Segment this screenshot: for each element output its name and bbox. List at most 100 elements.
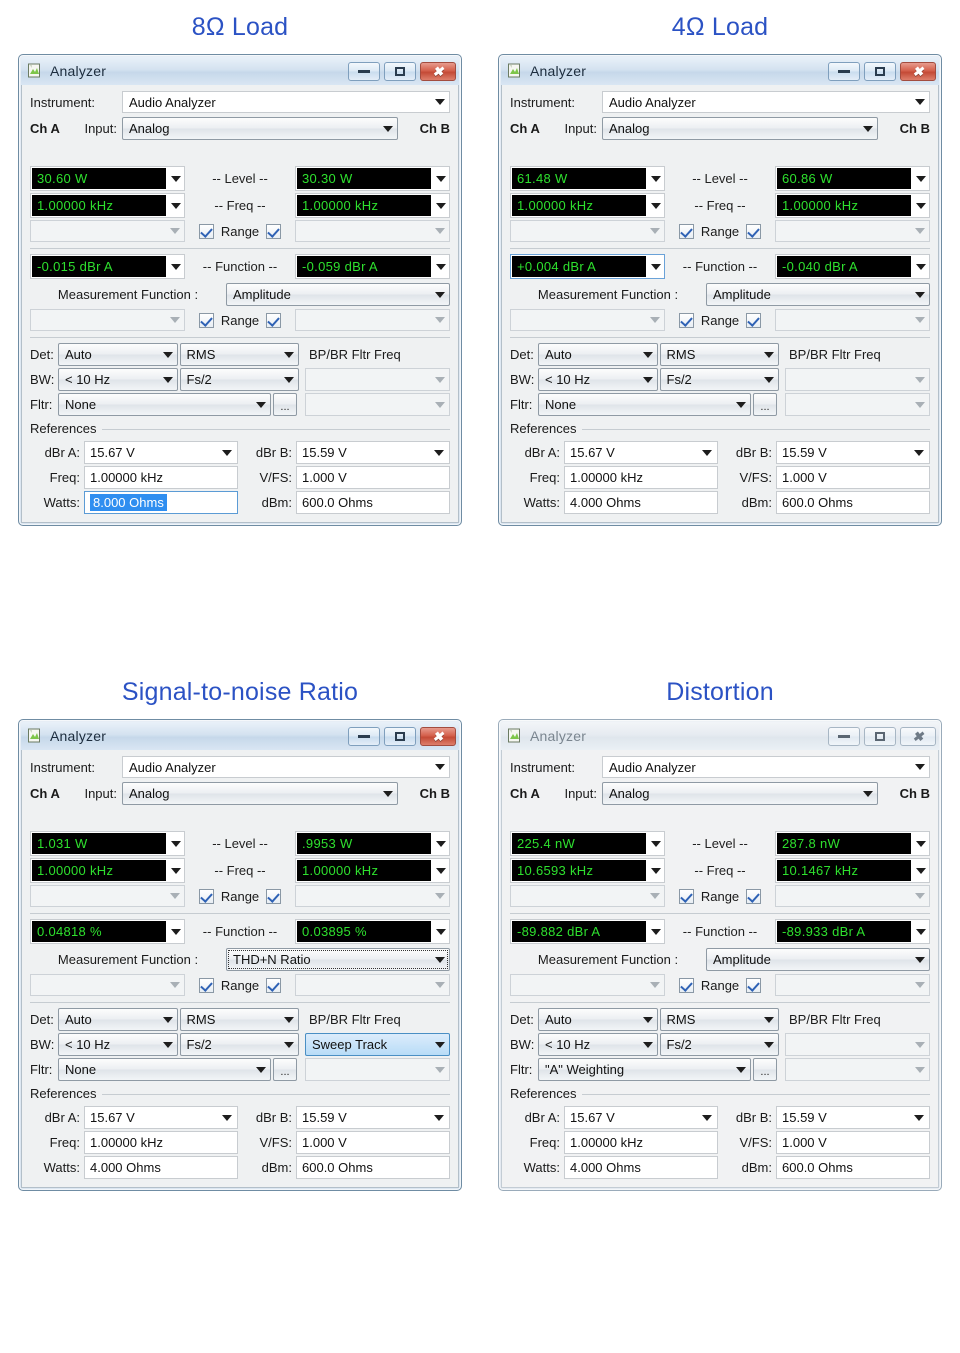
range-fn-b-checkbox[interactable]: [746, 312, 762, 328]
chevron-down-icon[interactable]: [171, 867, 181, 874]
range-fn-a-select[interactable]: [510, 309, 665, 331]
dbra-field[interactable]: 15.67 V: [84, 1106, 238, 1129]
range-b-checkbox[interactable]: [746, 223, 762, 239]
freq-ref-field[interactable]: 1.00000 kHz: [84, 1131, 238, 1154]
bpbr-secondary-select[interactable]: [305, 1058, 450, 1081]
chevron-down-icon[interactable]: [171, 928, 181, 935]
maximize-button[interactable]: [384, 61, 416, 81]
chevron-down-icon[interactable]: [436, 175, 446, 182]
chevron-down-icon[interactable]: [916, 202, 926, 209]
input-select[interactable]: Analog: [122, 782, 398, 805]
bw-high-select[interactable]: Fs/2: [659, 1033, 779, 1056]
range-a-select[interactable]: [30, 220, 185, 242]
bw-high-select[interactable]: Fs/2: [179, 368, 299, 391]
freq-a-readout[interactable]: 1.00000 kHz: [30, 858, 185, 883]
chevron-down-icon[interactable]: [651, 263, 661, 270]
minimize-button[interactable]: [828, 61, 860, 81]
dbrb-field[interactable]: 15.59 V: [776, 1106, 930, 1129]
det-type-select[interactable]: RMS: [659, 343, 779, 366]
chevron-down-icon[interactable]: [171, 202, 181, 209]
det-select[interactable]: Auto: [538, 1008, 658, 1031]
level-a-readout[interactable]: 30.60 W: [30, 166, 185, 191]
dbm-field[interactable]: 600.0 Ohms: [776, 1156, 930, 1179]
close-button[interactable]: ✖: [900, 61, 936, 81]
level-b-readout[interactable]: 60.86 W: [775, 166, 930, 191]
level-a-readout[interactable]: 61.48 W: [510, 166, 665, 191]
freq-a-readout[interactable]: 10.6593 kHz: [510, 858, 665, 883]
range-fn-a-select[interactable]: [30, 974, 185, 996]
function-b-readout[interactable]: -89.933 dBr A: [775, 919, 930, 944]
fltr-select[interactable]: None: [538, 393, 751, 416]
level-a-readout[interactable]: 1.031 W: [30, 831, 185, 856]
fltr-select[interactable]: None: [58, 393, 271, 416]
watts-field[interactable]: 8.000 Ohms: [84, 491, 238, 514]
fltr-more-button[interactable]: ...: [753, 393, 777, 416]
range-b-select[interactable]: [775, 220, 930, 242]
level-b-readout[interactable]: .9953 W: [295, 831, 450, 856]
chevron-down-icon[interactable]: [916, 928, 926, 935]
dbm-field[interactable]: 600.0 Ohms: [296, 491, 450, 514]
instrument-select[interactable]: Audio Analyzer: [602, 91, 930, 113]
fltr-select[interactable]: "A" Weighting: [538, 1058, 751, 1081]
chevron-down-icon[interactable]: [914, 1114, 924, 1121]
chevron-down-icon[interactable]: [171, 175, 181, 182]
chevron-down-icon[interactable]: [222, 1114, 232, 1121]
instrument-select[interactable]: Audio Analyzer: [122, 756, 450, 778]
dbrb-field[interactable]: 15.59 V: [776, 441, 930, 464]
dbrb-field[interactable]: 15.59 V: [296, 441, 450, 464]
maximize-button[interactable]: [864, 61, 896, 81]
range-a-checkbox[interactable]: [678, 888, 694, 904]
watts-field[interactable]: 4.000 Ohms: [564, 1156, 718, 1179]
input-select[interactable]: Analog: [602, 782, 878, 805]
range-a-select[interactable]: [510, 885, 665, 907]
function-a-readout[interactable]: -0.015 dBr A: [30, 254, 185, 279]
chevron-down-icon[interactable]: [436, 867, 446, 874]
freq-b-readout[interactable]: 1.00000 kHz: [775, 193, 930, 218]
function-b-readout[interactable]: -0.059 dBr A: [295, 254, 450, 279]
det-type-select[interactable]: RMS: [659, 1008, 779, 1031]
bpbr-secondary-select[interactable]: [785, 1058, 930, 1081]
dbra-field[interactable]: 15.67 V: [84, 441, 238, 464]
bw-low-select[interactable]: < 10 Hz: [538, 368, 658, 391]
range-fn-b-checkbox[interactable]: [746, 977, 762, 993]
chevron-down-icon[interactable]: [651, 928, 661, 935]
minimize-button[interactable]: [348, 61, 380, 81]
chevron-down-icon[interactable]: [171, 840, 181, 847]
window-titlebar[interactable]: Analyzer ✖: [501, 57, 939, 85]
bw-high-select[interactable]: Fs/2: [659, 368, 779, 391]
chevron-down-icon[interactable]: [914, 449, 924, 456]
maximize-button[interactable]: [864, 726, 896, 746]
chevron-down-icon[interactable]: [436, 263, 446, 270]
bpbr-select[interactable]: [305, 368, 450, 391]
range-fn-b-checkbox[interactable]: [266, 312, 282, 328]
det-type-select[interactable]: RMS: [179, 343, 299, 366]
range-fn-b-select[interactable]: [295, 974, 450, 996]
range-fn-a-select[interactable]: [30, 309, 185, 331]
range-fn-a-select[interactable]: [510, 974, 665, 996]
range-a-select[interactable]: [510, 220, 665, 242]
window-titlebar[interactable]: Analyzer ✖: [21, 57, 459, 85]
range-fn-a-checkbox[interactable]: [198, 312, 214, 328]
freq-ref-field[interactable]: 1.00000 kHz: [564, 466, 718, 489]
fltr-more-button[interactable]: ...: [753, 1058, 777, 1081]
chevron-down-icon[interactable]: [434, 1114, 444, 1121]
bpbr-select[interactable]: [785, 368, 930, 391]
chevron-down-icon[interactable]: [916, 867, 926, 874]
bpbr-select[interactable]: [785, 1033, 930, 1056]
range-fn-b-checkbox[interactable]: [266, 977, 282, 993]
range-fn-b-select[interactable]: [775, 309, 930, 331]
fltr-more-button[interactable]: ...: [273, 1058, 297, 1081]
bw-low-select[interactable]: < 10 Hz: [58, 368, 178, 391]
chevron-down-icon[interactable]: [436, 928, 446, 935]
function-a-readout[interactable]: -89.882 dBr A: [510, 919, 665, 944]
chevron-down-icon[interactable]: [702, 449, 712, 456]
instrument-select[interactable]: Audio Analyzer: [602, 756, 930, 778]
measurement-function-select[interactable]: Amplitude: [226, 283, 450, 306]
range-b-select[interactable]: [295, 220, 450, 242]
watts-field[interactable]: 4.000 Ohms: [84, 1156, 238, 1179]
freq-a-readout[interactable]: 1.00000 kHz: [510, 193, 665, 218]
freq-b-readout[interactable]: 1.00000 kHz: [295, 193, 450, 218]
vfs-field[interactable]: 1.000 V: [776, 1131, 930, 1154]
close-button[interactable]: ✖: [900, 726, 936, 746]
input-select[interactable]: Analog: [122, 117, 398, 140]
